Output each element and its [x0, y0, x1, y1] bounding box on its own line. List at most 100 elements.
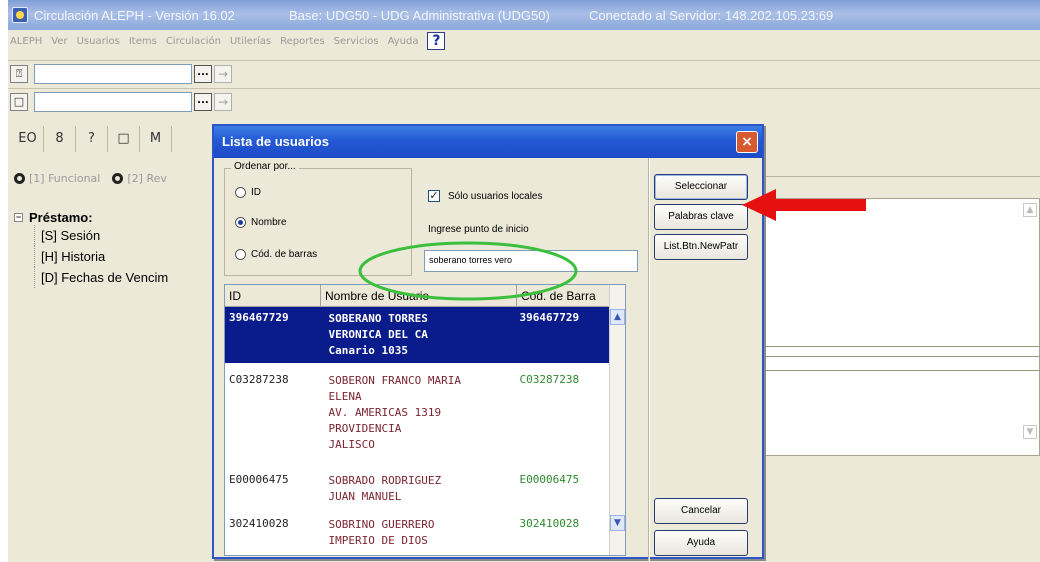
server-connection-label: Conectado al Servidor: 148.202.105.23:69 [589, 7, 834, 23]
table-row[interactable]: 302410028 SOBRINO GUERRERO IMPERIO DE DI… [225, 513, 611, 555]
option-funcional[interactable]: [1] Funcional [14, 172, 100, 185]
browse-button[interactable]: ... [194, 64, 212, 83]
sort-by-barcode[interactable]: Cód. de barras [235, 249, 317, 260]
row-name: SOBRINO GUERRERO IMPERIO DE DIOS [328, 518, 435, 547]
option-rev[interactable]: [2] Rev [112, 172, 167, 185]
list-scrollbar[interactable]: ▲ ▼ [609, 285, 625, 555]
row-name: SOBRADO RODRIGUEZ JUAN MANUEL [328, 474, 442, 503]
radio-icon [235, 187, 246, 198]
browse-button-2[interactable]: ... [194, 92, 212, 111]
menu-utilerias[interactable]: Utilerías [230, 36, 271, 47]
pane-tab-strip: EO 8 ? □ M [8, 120, 218, 158]
divider [758, 370, 1040, 371]
scroll-up-icon[interactable]: ▲ [1023, 203, 1037, 217]
tab-users-icon[interactable]: 8 [44, 126, 76, 152]
radio-icon [112, 172, 124, 184]
right-pane-textbox[interactable]: ▲ ▼ [758, 198, 1040, 456]
scroll-down-icon[interactable]: ▼ [1023, 425, 1037, 439]
question-badge-icon[interactable]: ⍰ [10, 64, 28, 83]
menu-reportes[interactable]: Reportes [280, 36, 325, 47]
keywords-button[interactable]: Palabras clave [654, 204, 748, 230]
tree-item-fechas[interactable]: [D] Fechas de Vencim [34, 267, 218, 288]
tree-item-sesion[interactable]: [S] Sesión [34, 225, 218, 246]
checkmark-icon: ✓ [428, 190, 440, 202]
menu-aleph[interactable]: ALEPH [10, 36, 42, 47]
menu-ver[interactable]: Ver [51, 36, 67, 47]
menu-items[interactable]: Items [129, 36, 157, 47]
collapse-icon[interactable]: − [14, 213, 23, 222]
help-button[interactable]: Ayuda [654, 530, 748, 556]
sort-by-id-label: ID [251, 187, 261, 198]
tab-copy-icon[interactable]: □ [108, 126, 140, 152]
sort-by-id[interactable]: ID [235, 187, 261, 198]
tree-root-prestamo[interactable]: − Préstamo: [8, 210, 218, 225]
row-barcode: 302410028 [519, 517, 580, 530]
database-label: Base: UDG50 - UDG Administrativa (UDG50) [289, 7, 550, 23]
close-icon[interactable]: × [736, 131, 758, 153]
go-arrow-icon-2[interactable]: → [214, 92, 232, 111]
user-list[interactable]: ID Nombre de Usuario Cód. de Barra 39646… [224, 284, 626, 556]
table-row[interactable]: E00006475 SOBRADO RODRIGUEZ JUAN MANUEL … [225, 469, 611, 509]
row-name: SOBERON FRANCO MARIA ELENA AV. AMERICAS … [328, 374, 461, 451]
tab-session-icon[interactable]: EO [12, 126, 44, 152]
tab-question-icon[interactable]: ? [76, 126, 108, 152]
option-funcional-label: [1] Funcional [29, 171, 101, 185]
user-list-dialog: Lista de usuarios × Ordenar por... ID No… [212, 124, 764, 561]
dialog-title: Lista de usuarios [214, 126, 762, 158]
help-question-icon[interactable]: ? [427, 32, 446, 50]
row-barcode: C03287238 [519, 373, 580, 386]
cancel-button[interactable]: Cancelar [654, 498, 748, 524]
menu-servicios[interactable]: Servicios [334, 36, 379, 47]
sort-by-name-label: Nombre [251, 217, 287, 228]
copy-icon[interactable]: □ [10, 92, 28, 111]
window-title: Circulación ALEPH - Versión 16.02 [34, 7, 235, 23]
item-toolbar-row: □ ... → [8, 88, 1040, 114]
go-arrow-icon[interactable]: → [214, 64, 232, 83]
title-bar: Circulación ALEPH - Versión 16.02 Base: … [8, 0, 1040, 30]
table-row[interactable]: C03287238 SOBERON FRANCO MARIA ELENA AV.… [225, 369, 611, 461]
row-barcode: 396467729 [519, 311, 580, 324]
table-row[interactable]: 396467729 SOBERANO TORRES VERONICA DEL C… [225, 307, 611, 363]
sort-by-name[interactable]: Nombre [235, 217, 287, 228]
dialog-separator [648, 158, 650, 561]
annotation-arrow-icon [742, 189, 866, 221]
local-users-checkbox[interactable]: ✓ Sólo usuarios locales [428, 190, 543, 202]
menu-bar: ALEPH Ver Usuarios Items Circulación Uti… [8, 30, 1040, 52]
select-button[interactable]: Seleccionar [654, 174, 748, 200]
local-users-label: Sólo usuarios locales [448, 190, 543, 202]
scroll-up-icon[interactable]: ▲ [610, 309, 625, 325]
row-id: E00006475 [229, 473, 289, 486]
sort-group-label: Ordenar por... [231, 161, 299, 172]
row-barcode: E00006475 [519, 473, 580, 486]
annotation-ellipse-icon [358, 241, 578, 301]
menu-ayuda[interactable]: Ayuda [388, 36, 419, 47]
divider [758, 346, 1040, 347]
navigation-tree: − Préstamo: [S] Sesión [H] Historia [D] F… [8, 210, 218, 288]
divider [758, 356, 1040, 357]
radio-selected-icon [235, 217, 246, 228]
view-options: [1] Funcional [2] Rev [8, 168, 218, 188]
right-pane: ▲ ▼ [758, 120, 1040, 562]
radio-icon [235, 249, 246, 260]
user-id-input[interactable] [34, 63, 192, 84]
tree-item-historia[interactable]: [H] Historia [34, 246, 218, 267]
menu-circulacion[interactable]: Circulación [166, 36, 221, 47]
tree-root-label: Préstamo: [29, 210, 93, 225]
item-barcode-input[interactable] [34, 91, 192, 112]
sort-by-barcode-label: Cód. de barras [251, 249, 318, 260]
option-rev-label: [2] Rev [127, 171, 167, 185]
start-point-label: Ingrese punto de inicio [428, 224, 529, 235]
new-patron-button[interactable]: List.Btn.NewPatr [654, 234, 748, 260]
scroll-down-icon[interactable]: ▼ [610, 515, 625, 531]
row-id: 396467729 [229, 311, 289, 324]
radio-icon [14, 172, 25, 184]
user-toolbar-row: ⍰ ... → [8, 60, 1040, 86]
row-id: 302410028 [229, 517, 289, 530]
row-id: C03287238 [229, 373, 289, 386]
aleph-app-icon [12, 7, 28, 23]
row-name: SOBERANO TORRES VERONICA DEL CA Canario … [328, 312, 428, 357]
menu-usuarios[interactable]: Usuarios [77, 36, 120, 47]
tab-binoculars-icon[interactable]: M [140, 126, 172, 152]
right-pane-scrollbar[interactable]: ▲ ▼ [1023, 203, 1037, 453]
column-id[interactable]: ID [225, 285, 321, 307]
